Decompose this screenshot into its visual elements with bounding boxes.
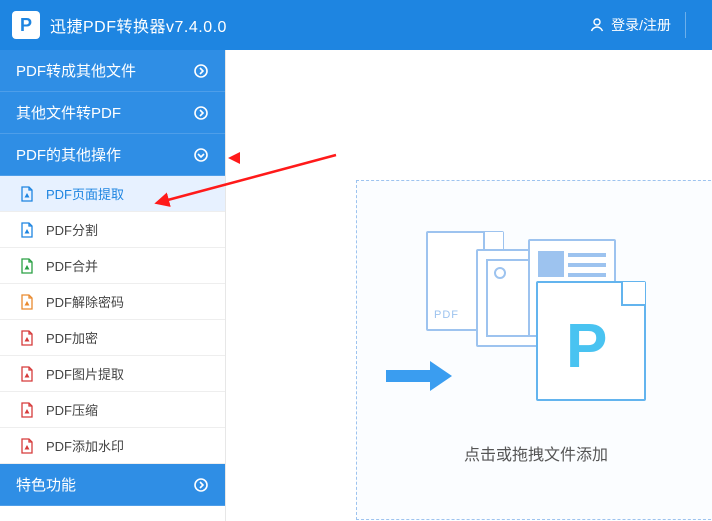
app-title: 迅捷PDF转换器v7.4.0.0 <box>50 13 227 37</box>
titlebar-divider <box>685 12 686 38</box>
sidebar-item-label: PDF页面提取 <box>46 184 124 203</box>
login-label: 登录/注册 <box>611 15 671 35</box>
sidebar-item-3[interactable]: PDF解除密码 <box>0 284 225 320</box>
file-dropzone[interactable]: PDF P 点击或拖拽文件添加 <box>356 180 712 520</box>
titlebar: P 迅捷PDF转换器v7.4.0.0 登录/注册 <box>0 0 712 50</box>
category-label: PDF的其他操作 <box>16 144 121 165</box>
chevron-down-icon <box>193 147 209 163</box>
app-logo: P <box>12 11 40 39</box>
sidebar-item-1[interactable]: PDF分割 <box>0 212 225 248</box>
sidebar-item-label: PDF加密 <box>46 328 98 347</box>
sidebar-item-label: PDF添加水印 <box>46 436 124 455</box>
sidebar-item-label: PDF解除密码 <box>46 292 124 311</box>
illus-pdf-label: PDF <box>434 309 459 321</box>
category-label: PDF转成其他文件 <box>16 60 136 81</box>
category-label: 特色功能 <box>16 474 76 495</box>
chevron-right-icon <box>193 63 209 79</box>
dropzone-illustration: PDF P <box>416 221 656 411</box>
sidebar-item-0[interactable]: PDF页面提取 <box>0 176 225 212</box>
sidebar-item-label: PDF分割 <box>46 220 98 239</box>
sidebar-item-label: PDF合并 <box>46 256 98 275</box>
sidebar-item-2[interactable]: PDF合并 <box>0 248 225 284</box>
sidebar-item-4[interactable]: PDF加密 <box>0 320 225 356</box>
login-register-button[interactable]: 登录/注册 <box>589 15 671 35</box>
sidebar-item-6[interactable]: PDF压缩 <box>0 392 225 428</box>
user-icon <box>589 17 605 33</box>
main-panel: PDF P 点击或拖拽文件添加 <box>226 50 712 521</box>
sidebar-item-label: PDF图片提取 <box>46 364 124 383</box>
illus-doc-output: P <box>536 281 646 401</box>
logo-glyph: P <box>20 15 32 36</box>
pdf-file-icon <box>20 402 34 418</box>
category-feature[interactable]: 特色功能 <box>0 464 225 506</box>
sidebar: PDF转成其他文件 其他文件转PDF PDF的其他操作 PDF页面提取 PDF分割… <box>0 50 226 521</box>
sidebar-item-7[interactable]: PDF添加水印 <box>0 428 225 464</box>
chevron-right-icon <box>193 477 209 493</box>
arrow-icon <box>386 361 456 391</box>
sidebar-item-5[interactable]: PDF图片提取 <box>0 356 225 392</box>
pdf-file-icon <box>20 222 34 238</box>
category-pdf-ops[interactable]: PDF的其他操作 <box>0 134 225 176</box>
pdf-file-icon <box>20 258 34 274</box>
chevron-right-icon <box>193 105 209 121</box>
category-other-to-pdf[interactable]: 其他文件转PDF <box>0 92 225 134</box>
sidebar-item-label: PDF压缩 <box>46 400 98 419</box>
dropzone-text: 点击或拖拽文件添加 <box>464 441 608 465</box>
pdf-file-icon <box>20 294 34 310</box>
category-label: 其他文件转PDF <box>16 102 121 123</box>
pdf-file-icon <box>20 186 34 202</box>
pdf-file-icon <box>20 366 34 382</box>
annotation-arrowhead-2 <box>226 150 246 175</box>
category-pdf-to-other[interactable]: PDF转成其他文件 <box>0 50 225 92</box>
pdf-file-icon <box>20 330 34 346</box>
pdf-file-icon <box>20 438 34 454</box>
